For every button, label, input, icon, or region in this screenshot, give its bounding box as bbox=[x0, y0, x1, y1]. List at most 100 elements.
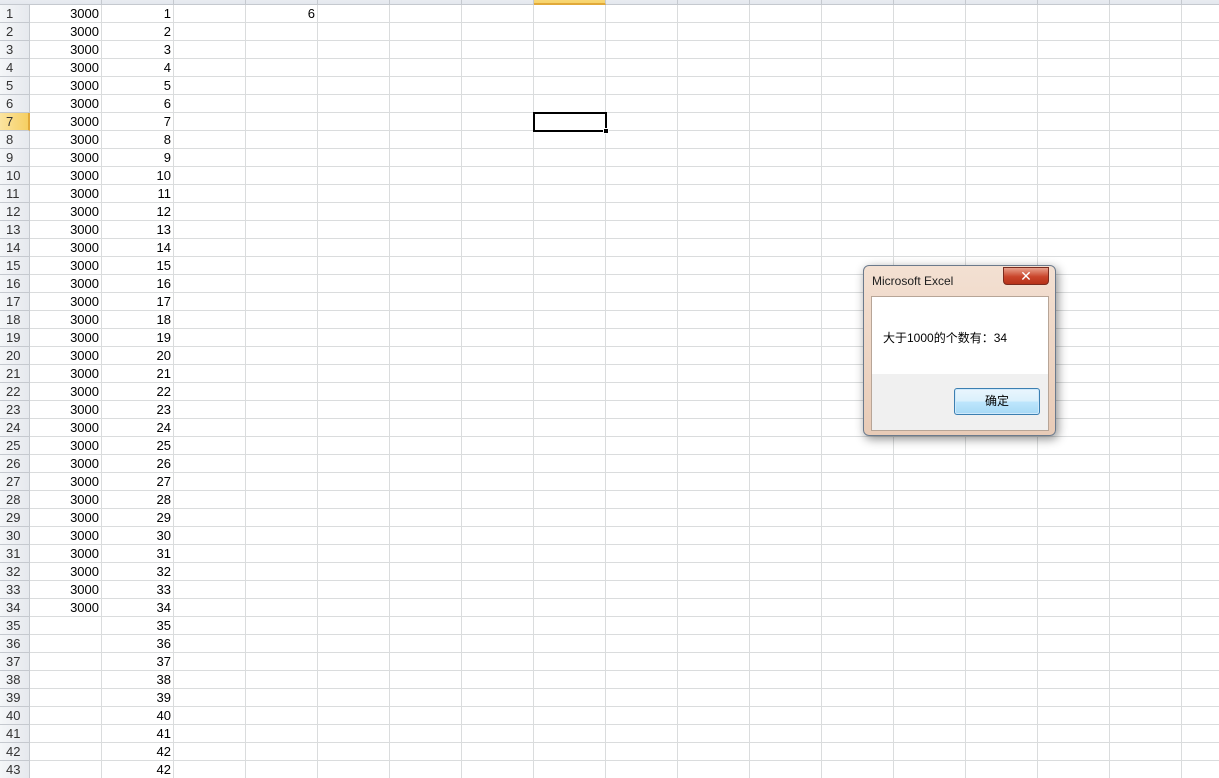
column-header-g[interactable]: G bbox=[462, 0, 534, 5]
cell-a6[interactable]: 3000 bbox=[30, 95, 102, 113]
dialog-close-button[interactable]: ✕ bbox=[1003, 267, 1049, 285]
cell-b30[interactable]: 30 bbox=[102, 527, 174, 545]
cell-a30[interactable]: 3000 bbox=[30, 527, 102, 545]
row-header-4[interactable]: 4 bbox=[0, 59, 30, 77]
cell-a32[interactable]: 3000 bbox=[30, 563, 102, 581]
cell-a2[interactable]: 3000 bbox=[30, 23, 102, 41]
cell-d1[interactable]: 6 bbox=[246, 5, 318, 23]
cell-a12[interactable]: 3000 bbox=[30, 203, 102, 221]
row-header-7[interactable]: 7 bbox=[0, 113, 30, 131]
cell-a9[interactable]: 3000 bbox=[30, 149, 102, 167]
cell-a16[interactable]: 3000 bbox=[30, 275, 102, 293]
column-header-i[interactable]: I bbox=[606, 0, 678, 5]
cell-b9[interactable]: 9 bbox=[102, 149, 174, 167]
row-header-23[interactable]: 23 bbox=[0, 401, 30, 419]
row-header-31[interactable]: 31 bbox=[0, 545, 30, 563]
column-header-j[interactable]: J bbox=[678, 0, 750, 5]
cell-b1[interactable]: 1 bbox=[102, 5, 174, 23]
cell-a18[interactable]: 3000 bbox=[30, 311, 102, 329]
cell-a13[interactable]: 3000 bbox=[30, 221, 102, 239]
cell-b12[interactable]: 12 bbox=[102, 203, 174, 221]
row-header-25[interactable]: 25 bbox=[0, 437, 30, 455]
row-header-15[interactable]: 15 bbox=[0, 257, 30, 275]
ok-button[interactable]: 确定 bbox=[954, 388, 1040, 415]
cell-a27[interactable]: 3000 bbox=[30, 473, 102, 491]
cell-a15[interactable]: 3000 bbox=[30, 257, 102, 275]
row-header-17[interactable]: 17 bbox=[0, 293, 30, 311]
cell-a29[interactable]: 3000 bbox=[30, 509, 102, 527]
cell-b14[interactable]: 14 bbox=[102, 239, 174, 257]
cell-b32[interactable]: 32 bbox=[102, 563, 174, 581]
cell-a33[interactable]: 3000 bbox=[30, 581, 102, 599]
cell-b16[interactable]: 16 bbox=[102, 275, 174, 293]
cell-a7[interactable]: 3000 bbox=[30, 113, 102, 131]
cell-a19[interactable]: 3000 bbox=[30, 329, 102, 347]
cell-a17[interactable]: 3000 bbox=[30, 293, 102, 311]
row-header-26[interactable]: 26 bbox=[0, 455, 30, 473]
cell-b43[interactable]: 42 bbox=[102, 761, 174, 778]
row-header-32[interactable]: 32 bbox=[0, 563, 30, 581]
fill-handle[interactable] bbox=[603, 128, 609, 134]
row-header-1[interactable]: 1 bbox=[0, 5, 30, 23]
cell-b35[interactable]: 35 bbox=[102, 617, 174, 635]
cell-a25[interactable]: 3000 bbox=[30, 437, 102, 455]
column-header-p[interactable]: P bbox=[1110, 0, 1182, 5]
cell-a20[interactable]: 3000 bbox=[30, 347, 102, 365]
column-header-f[interactable]: F bbox=[390, 0, 462, 5]
row-header-10[interactable]: 10 bbox=[0, 167, 30, 185]
row-header-39[interactable]: 39 bbox=[0, 689, 30, 707]
cell-b23[interactable]: 23 bbox=[102, 401, 174, 419]
cell-b17[interactable]: 17 bbox=[102, 293, 174, 311]
cell-b4[interactable]: 4 bbox=[102, 59, 174, 77]
row-header-16[interactable]: 16 bbox=[0, 275, 30, 293]
cell-b31[interactable]: 31 bbox=[102, 545, 174, 563]
cell-a8[interactable]: 3000 bbox=[30, 131, 102, 149]
cell-b3[interactable]: 3 bbox=[102, 41, 174, 59]
column-header-k[interactable]: K bbox=[750, 0, 822, 5]
cell-b28[interactable]: 28 bbox=[102, 491, 174, 509]
row-header-6[interactable]: 6 bbox=[0, 95, 30, 113]
row-header-2[interactable]: 2 bbox=[0, 23, 30, 41]
active-cell-h7[interactable] bbox=[533, 112, 607, 132]
cell-b29[interactable]: 29 bbox=[102, 509, 174, 527]
cell-b11[interactable]: 11 bbox=[102, 185, 174, 203]
row-header-14[interactable]: 14 bbox=[0, 239, 30, 257]
cell-b15[interactable]: 15 bbox=[102, 257, 174, 275]
cell-a23[interactable]: 3000 bbox=[30, 401, 102, 419]
cell-b10[interactable]: 10 bbox=[102, 167, 174, 185]
row-header-35[interactable]: 35 bbox=[0, 617, 30, 635]
cell-b33[interactable]: 33 bbox=[102, 581, 174, 599]
cell-b19[interactable]: 19 bbox=[102, 329, 174, 347]
column-header-e[interactable]: E bbox=[318, 0, 390, 5]
row-header-22[interactable]: 22 bbox=[0, 383, 30, 401]
row-header-29[interactable]: 29 bbox=[0, 509, 30, 527]
cell-b39[interactable]: 39 bbox=[102, 689, 174, 707]
cell-b6[interactable]: 6 bbox=[102, 95, 174, 113]
column-header-h[interactable]: H bbox=[534, 0, 606, 5]
row-header-36[interactable]: 36 bbox=[0, 635, 30, 653]
row-header-33[interactable]: 33 bbox=[0, 581, 30, 599]
row-header-37[interactable]: 37 bbox=[0, 653, 30, 671]
cell-b34[interactable]: 34 bbox=[102, 599, 174, 617]
cell-a5[interactable]: 3000 bbox=[30, 77, 102, 95]
row-header-41[interactable]: 41 bbox=[0, 725, 30, 743]
cell-b24[interactable]: 24 bbox=[102, 419, 174, 437]
cell-b22[interactable]: 22 bbox=[102, 383, 174, 401]
row-header-38[interactable]: 38 bbox=[0, 671, 30, 689]
row-header-28[interactable]: 28 bbox=[0, 491, 30, 509]
cell-a34[interactable]: 3000 bbox=[30, 599, 102, 617]
cell-a22[interactable]: 3000 bbox=[30, 383, 102, 401]
row-header-3[interactable]: 3 bbox=[0, 41, 30, 59]
row-header-9[interactable]: 9 bbox=[0, 149, 30, 167]
row-header-34[interactable]: 34 bbox=[0, 599, 30, 617]
cell-a21[interactable]: 3000 bbox=[30, 365, 102, 383]
column-header-c[interactable]: C bbox=[174, 0, 246, 5]
row-header-21[interactable]: 21 bbox=[0, 365, 30, 383]
row-header-43[interactable]: 43 bbox=[0, 761, 30, 778]
cell-b13[interactable]: 13 bbox=[102, 221, 174, 239]
column-header-o[interactable]: O bbox=[1038, 0, 1110, 5]
cell-b18[interactable]: 18 bbox=[102, 311, 174, 329]
cell-b8[interactable]: 8 bbox=[102, 131, 174, 149]
cell-b42[interactable]: 42 bbox=[102, 743, 174, 761]
row-header-24[interactable]: 24 bbox=[0, 419, 30, 437]
